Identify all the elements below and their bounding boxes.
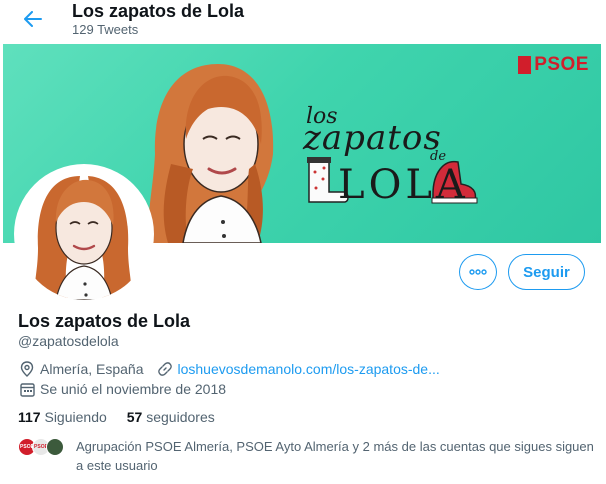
follow-button[interactable]: Seguir xyxy=(508,254,585,290)
profile-meta-row: Almería, España loshuevosdemanolo.com/lo… xyxy=(18,360,440,378)
link-icon xyxy=(156,360,174,378)
more-options-button[interactable] xyxy=(459,254,497,290)
calendar-icon xyxy=(18,380,36,398)
followers-label: seguidores xyxy=(146,409,215,425)
follower-avatar xyxy=(46,438,64,456)
psoe-logo-text: PSOE xyxy=(534,54,589,75)
profile-handle: @zapatosdelola xyxy=(18,333,119,349)
profile-website-link[interactable]: loshuevosdemanolo.com/los-zapatos-de... xyxy=(178,361,440,377)
banner-title-lola: LOLA xyxy=(338,162,469,208)
banner-title-zapatos: zapatos xyxy=(303,118,442,158)
profile-joined-row: Se unió el noviembre de 2018 xyxy=(18,380,226,398)
follower-avatars: PSOE PSOE xyxy=(18,438,64,456)
profile-joined-date: Se unió el noviembre de 2018 xyxy=(40,381,227,397)
followers-count: 57 xyxy=(126,409,143,425)
following-stat[interactable]: 117 Siguiendo xyxy=(18,409,107,425)
header-profile-name: Los zapatos de Lola xyxy=(72,1,245,21)
profile-location: Almería, España xyxy=(40,361,144,377)
follow-stats: 117 Siguiendo 57 seguidores xyxy=(18,409,215,425)
followers-you-know-text[interactable]: Agrupación PSOE Almería, PSOE Ayto Almer… xyxy=(76,437,596,475)
avatar-illustration xyxy=(18,168,150,300)
following-label: Siguiendo xyxy=(44,409,107,425)
profile-avatar[interactable] xyxy=(14,164,154,304)
followers-you-know: PSOE PSOE Agrupación PSOE Almería, PSOE … xyxy=(18,437,596,475)
psoe-rose-icon xyxy=(518,56,532,74)
header-tweet-count: 129 Tweets xyxy=(72,22,139,37)
psoe-logo: PSOE xyxy=(518,54,589,76)
profile-name: Los zapatos de Lola xyxy=(18,311,191,331)
profile-header-bar: Los zapatos de Lola 129 Tweets xyxy=(0,0,606,44)
back-arrow-icon[interactable] xyxy=(20,6,46,32)
more-horizontal-icon xyxy=(469,269,487,275)
following-count: 117 xyxy=(18,409,41,425)
followers-stat[interactable]: 57 seguidores xyxy=(127,409,215,425)
location-pin-icon xyxy=(18,360,36,378)
